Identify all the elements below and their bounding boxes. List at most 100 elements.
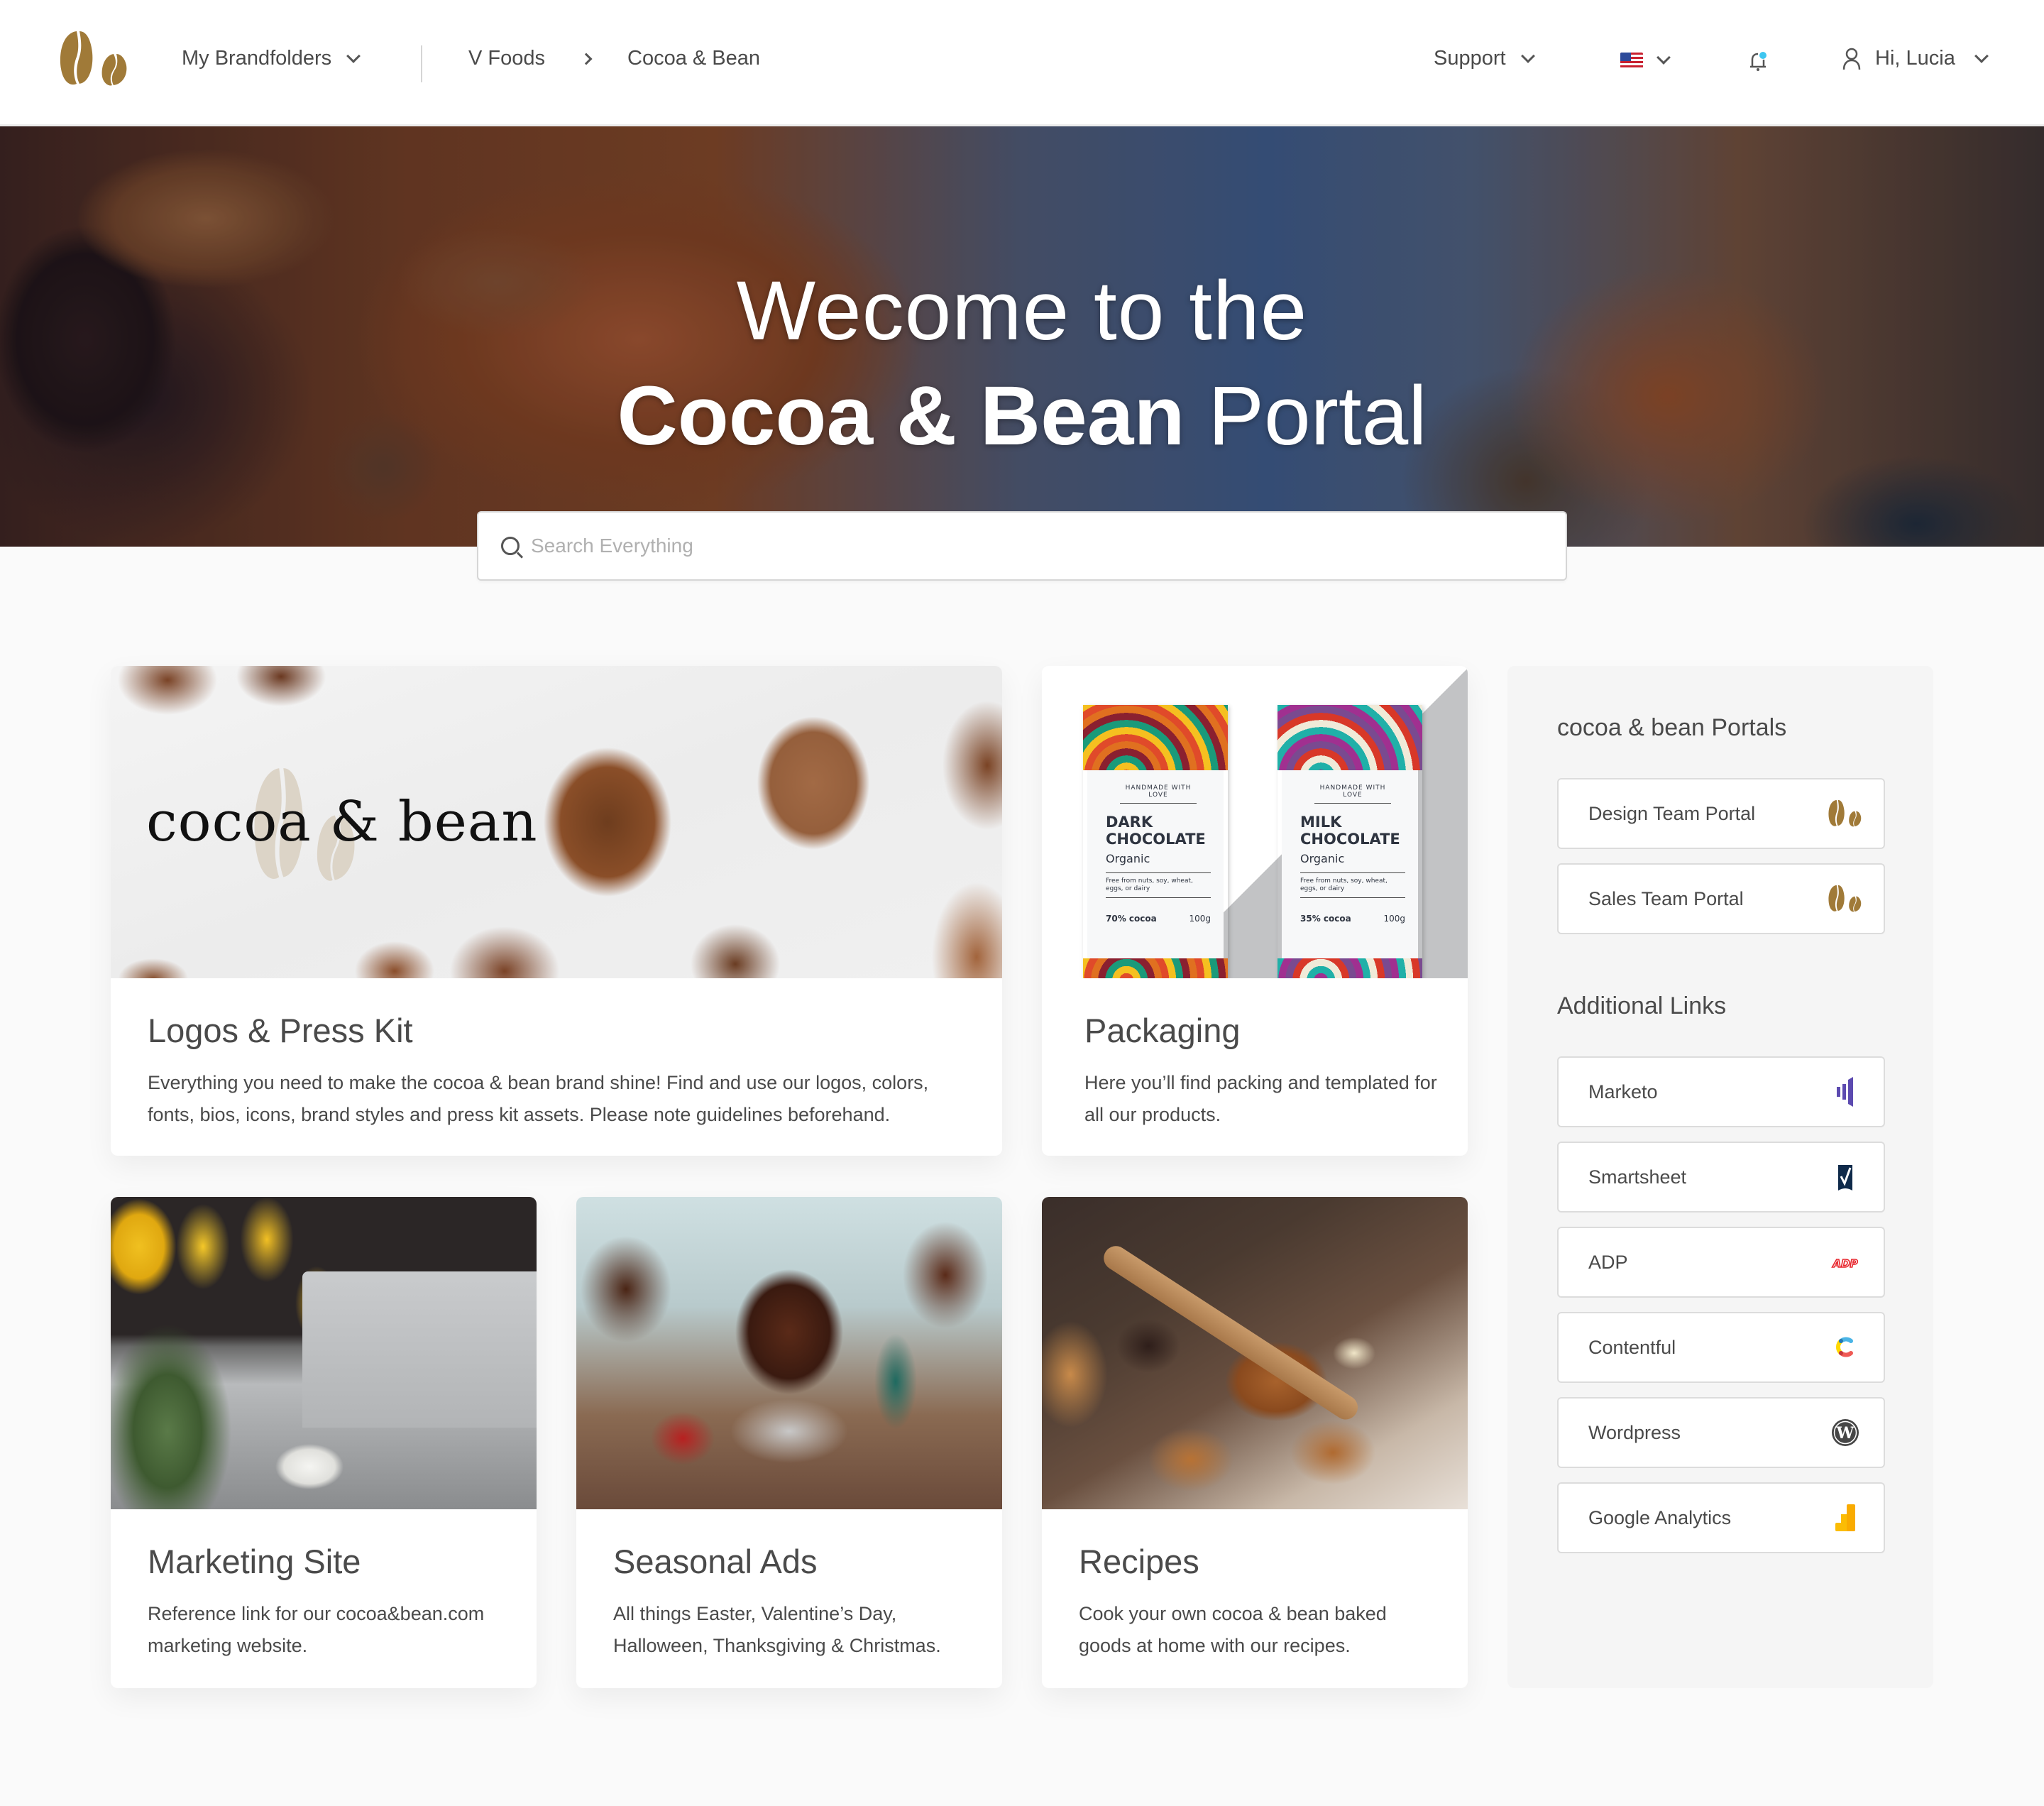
bar-weight: 100g — [1383, 914, 1405, 924]
portals-heading: cocoa & bean Portals — [1557, 714, 1787, 741]
support-label: Support — [1434, 47, 1506, 70]
link-marketo[interactable]: Marketo — [1557, 1056, 1885, 1127]
coffee-bean-icon — [1828, 799, 1862, 827]
notification-dot — [1759, 52, 1766, 59]
google-analytics-icon — [1835, 1504, 1855, 1531]
card-title: Marketing Site — [148, 1543, 361, 1580]
card-title: Seasonal Ads — [613, 1543, 818, 1580]
seasonal-card-image — [576, 1197, 1002, 1509]
coffee-bean-logo[interactable] — [57, 30, 132, 88]
hero-brand-name: Cocoa & Bean — [617, 369, 1185, 463]
breadcrumb-v-foods[interactable]: V Foods — [468, 47, 545, 70]
wrapper-pattern-bottom — [1278, 958, 1422, 978]
card-description: Cook your own cocoa & bean baked goods a… — [1079, 1603, 1387, 1656]
chevron-down-icon — [346, 48, 361, 63]
portal-link-design-team[interactable]: Design Team Portal — [1557, 778, 1885, 849]
svg-text:W: W — [1836, 1424, 1855, 1443]
us-flag-icon — [1620, 53, 1643, 68]
language-dropdown[interactable] — [1620, 50, 1671, 68]
bell-icon — [1750, 52, 1766, 71]
card-packaging[interactable]: HANDMADE WITH LOVE DARK CHOCOLATE Organi… — [1042, 666, 1468, 1156]
additional-links-heading: Additional Links — [1557, 992, 1727, 1019]
bar-variant: Organic — [1106, 852, 1211, 873]
link-label: Sales Team Portal — [1588, 887, 1744, 909]
link-google-analytics[interactable]: Google Analytics — [1557, 1482, 1885, 1553]
my-brandfolders-dropdown[interactable]: My Brandfolders — [182, 47, 361, 70]
dark-chocolate-bar: HANDMADE WITH LOVE DARK CHOCOLATE Organi… — [1083, 705, 1228, 978]
card-title: Logos & Press Kit — [148, 1012, 413, 1049]
link-smartsheet[interactable]: Smartsheet — [1557, 1142, 1885, 1213]
card-body: Packaging Here you’ll find packing and t… — [1042, 1014, 1468, 1131]
breadcrumb-cocoa-bean[interactable]: Cocoa & Bean — [627, 47, 760, 70]
support-dropdown[interactable]: Support — [1434, 47, 1535, 70]
link-label: ADP — [1588, 1251, 1628, 1273]
chevron-right-icon — [580, 53, 593, 65]
card-description: All things Easter, Valentine’s Day, Hall… — [613, 1603, 941, 1656]
search-bar[interactable] — [477, 511, 1567, 581]
marketo-icon — [1837, 1077, 1853, 1107]
top-header: My Brandfolders V Foods Cocoa & Bean Sup… — [0, 0, 2044, 126]
bar-product-name: DARK CHOCOLATE — [1106, 814, 1206, 848]
card-body: Marketing Site Reference link for our co… — [111, 1545, 537, 1662]
bar-label: HANDMADE WITH LOVE DARK CHOCOLATE Organi… — [1087, 770, 1224, 958]
portal-page: My Brandfolders V Foods Cocoa & Bean Sup… — [0, 0, 2044, 1806]
notifications-button[interactable] — [1749, 51, 1767, 72]
card-description: Everything you need to make the cocoa & … — [148, 1072, 929, 1125]
wordpress-icon: W — [1832, 1419, 1859, 1446]
chevron-down-icon — [1974, 48, 1989, 63]
link-adp[interactable]: ADP ADP — [1557, 1227, 1885, 1298]
logos-card-image: cocoa & bean — [111, 666, 1002, 978]
link-label: Google Analytics — [1588, 1506, 1732, 1528]
portal-link-sales-team[interactable]: Sales Team Portal — [1557, 863, 1885, 934]
bar-variant: Organic — [1300, 852, 1405, 873]
card-recipes[interactable]: Recipes Cook your own cocoa & bean baked… — [1042, 1197, 1468, 1688]
card-logos-press-kit[interactable]: cocoa & bean Logos & Press Kit Everythin… — [111, 666, 1002, 1156]
my-brandfolders-label: My Brandfolders — [182, 47, 332, 70]
wrapper-pattern-top — [1278, 705, 1422, 770]
bar-tagline: HANDMADE WITH LOVE — [1314, 784, 1391, 804]
recipes-card-image — [1042, 1197, 1468, 1509]
packaging-card-image: HANDMADE WITH LOVE DARK CHOCOLATE Organi… — [1042, 666, 1468, 978]
search-icon — [501, 537, 520, 555]
link-label: Design Team Portal — [1588, 802, 1756, 824]
search-input[interactable] — [531, 535, 1524, 557]
bar-footer: 70% cocoa 100g — [1106, 914, 1211, 924]
smartsheet-icon — [1838, 1165, 1852, 1191]
hero-title-line2: Cocoa & Bean Portal — [0, 368, 2044, 464]
user-icon — [1842, 48, 1861, 70]
card-title: Packaging — [1084, 1012, 1241, 1049]
hero-banner: Wecome to the Cocoa & Bean Portal — [0, 126, 2044, 547]
card-description: Reference link for our cocoa&bean.com ma… — [148, 1603, 485, 1656]
sidebar-panel: cocoa & bean Portals Design Team Portal … — [1507, 666, 1933, 1688]
marketing-card-image — [111, 1197, 537, 1509]
card-marketing-site[interactable]: Marketing Site Reference link for our co… — [111, 1197, 537, 1688]
bar-allergens: Free from nuts, soy, wheat, eggs, or dai… — [1300, 877, 1405, 898]
card-description: Here you’ll find packing and templated f… — [1084, 1072, 1437, 1125]
link-contentful[interactable]: Contentful — [1557, 1312, 1885, 1383]
milk-chocolate-bar: HANDMADE WITH LOVE MILK CHOCOLATE Organi… — [1278, 705, 1422, 978]
bar-allergens: Free from nuts, soy, wheat, eggs, or dai… — [1106, 877, 1211, 898]
user-menu-dropdown[interactable]: Hi, Lucia — [1842, 47, 1989, 70]
coffee-bean-icon — [1828, 885, 1862, 912]
link-label: Smartsheet — [1588, 1166, 1687, 1188]
card-body: Recipes Cook your own cocoa & bean baked… — [1042, 1545, 1468, 1662]
link-label: Marketo — [1588, 1080, 1658, 1102]
link-label: Wordpress — [1588, 1421, 1681, 1443]
header-divider — [421, 45, 422, 82]
contentful-icon — [1836, 1337, 1853, 1357]
wrapper-pattern-top — [1083, 705, 1228, 770]
bar-product-name: MILK CHOCOLATE — [1300, 814, 1400, 848]
card-seasonal-ads[interactable]: Seasonal Ads All things Easter, Valentin… — [576, 1197, 1002, 1688]
svg-text:ADP: ADP — [1832, 1257, 1857, 1270]
bar-footer: 35% cocoa 100g — [1300, 914, 1405, 924]
bar-cocoa-percent: 35% cocoa — [1300, 914, 1351, 924]
link-wordpress[interactable]: Wordpress W — [1557, 1397, 1885, 1468]
wrapper-pattern-bottom — [1083, 958, 1228, 978]
adp-icon: ADP — [1832, 1257, 1859, 1271]
card-title: Recipes — [1079, 1543, 1199, 1580]
card-body: Seasonal Ads All things Easter, Valentin… — [576, 1545, 1002, 1662]
user-greeting: Hi, Lucia — [1875, 47, 1955, 70]
bar-label: HANDMADE WITH LOVE MILK CHOCOLATE Organi… — [1282, 770, 1418, 958]
chevron-down-icon — [1520, 48, 1535, 63]
bar-cocoa-percent: 70% cocoa — [1106, 914, 1157, 924]
